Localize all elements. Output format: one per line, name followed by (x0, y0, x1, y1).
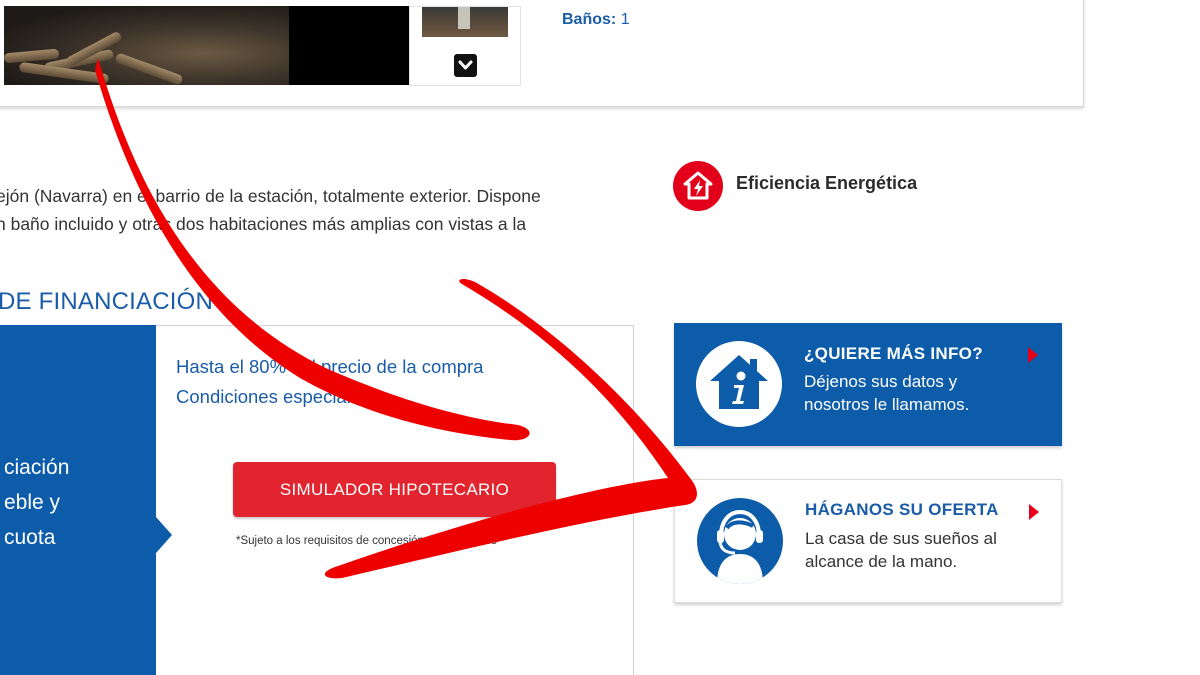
make-offer-title: HÁGANOS SU OFERTA (805, 500, 999, 519)
financing-conditions: Hasta el 80% del precio de la compra Con… (176, 352, 483, 412)
thumbnail-column (409, 6, 521, 86)
bathrooms-value: 1 (620, 11, 630, 28)
more-info-card[interactable]: ¿QUIERE MÁS INFO? Déjenos sus datos y no… (674, 323, 1062, 446)
simulator-disclaimer: *Sujeto a los requisitos de concesión de… (236, 535, 497, 547)
main-photo[interactable] (4, 6, 289, 85)
mortgage-simulator-button[interactable]: SIMULADOR HIPOTECARIO (233, 462, 556, 517)
financing-panel-line: ciación (4, 456, 70, 479)
info-house-icon (696, 341, 782, 427)
arrow-right-icon (1029, 504, 1039, 520)
more-info-subtitle: Déjenos sus datos y nosotros le llamamos… (804, 370, 969, 416)
more-photos-button[interactable] (454, 54, 477, 77)
arrow-right-icon (1028, 347, 1038, 363)
more-info-line: nosotros le llamamos. (804, 395, 970, 414)
make-offer-line: La casa de sus sueños al (805, 529, 997, 548)
description-line: ejón (Navarra) en el barrio de la estaci… (0, 186, 541, 206)
bathrooms-field: Baños: 1 (562, 11, 630, 29)
more-info-line: Déjenos sus datos y (804, 372, 958, 391)
financing-panel-line: eble y (4, 491, 61, 514)
financing-panel-line: cuota (4, 526, 56, 549)
financing-condition-line: Condiciones especiales (176, 386, 371, 407)
more-info-title: ¿QUIERE MÁS INFO? (804, 344, 983, 363)
financing-title: DE FINANCIACIÓN (0, 288, 214, 315)
chevron-down-icon (458, 60, 473, 70)
financing-condition-line: Hasta el 80% del precio de la compra (176, 356, 484, 377)
property-description: ejón (Navarra) en el barrio de la estaci… (0, 182, 636, 238)
agent-headset-icon (697, 498, 783, 584)
energy-efficiency-link[interactable]: Eficiencia Energética (736, 173, 917, 194)
description-line: n baño incluido y otras dos habitaciones… (0, 214, 527, 234)
thumbnail-photo[interactable] (422, 7, 508, 37)
financing-panel-text: ciación eble y cuota (4, 450, 69, 555)
bathrooms-label: Baños: (562, 11, 617, 28)
make-offer-card[interactable]: HÁGANOS SU OFERTA La casa de sus sueños … (674, 479, 1062, 603)
secondary-photo[interactable] (289, 6, 409, 85)
energy-house-icon[interactable] (673, 161, 723, 211)
financing-panel-notch (156, 517, 172, 553)
make-offer-line: alcance de la mano. (805, 552, 958, 571)
make-offer-subtitle: La casa de sus sueños al alcance de la m… (805, 527, 997, 573)
